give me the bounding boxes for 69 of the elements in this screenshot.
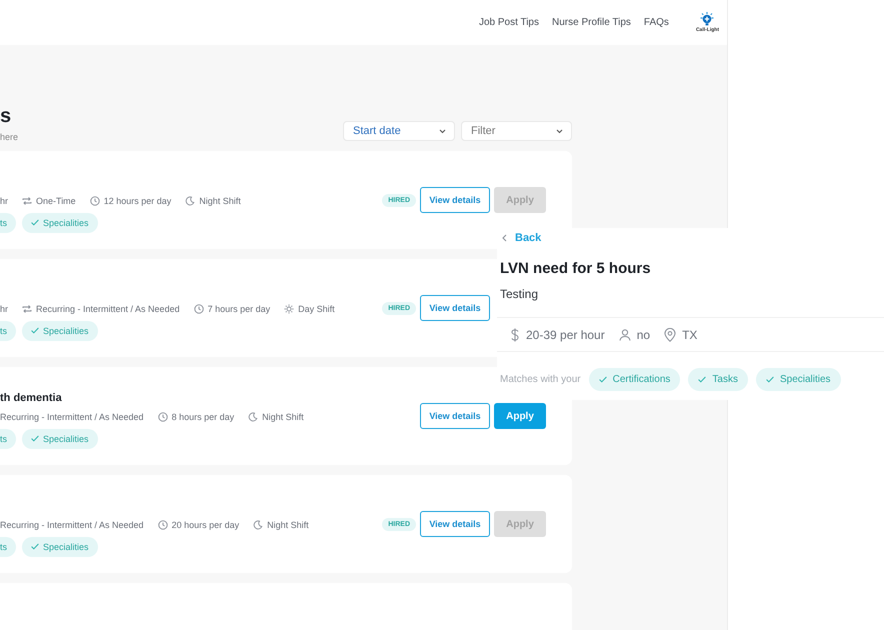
nav-link[interactable]: FAQs — [644, 17, 669, 28]
job-meta-text: hr — [0, 304, 8, 314]
filter-dropdown[interactable]: Filter — [461, 121, 572, 141]
sun-icon — [284, 304, 294, 314]
match-chip: Certifications — [588, 368, 680, 391]
match-chip: ts — [0, 428, 16, 448]
match-chip: Specialities — [756, 368, 841, 391]
check-icon — [31, 435, 40, 442]
check-icon — [31, 327, 40, 334]
chevron-left-icon — [502, 234, 507, 242]
nav-link[interactable]: Job Post Tips — [478, 17, 539, 28]
job-meta-text: One-Time — [36, 196, 76, 206]
moon-icon — [248, 412, 258, 422]
job-meta-text: 12 hours per day — [104, 196, 172, 206]
person-icon — [618, 328, 631, 340]
job-title: th dementia — [0, 392, 62, 404]
lightbulb-cross-icon — [699, 12, 716, 26]
clock-icon — [194, 304, 204, 314]
clock-icon — [90, 196, 100, 206]
job-meta-text: 8 hours per day — [172, 412, 234, 422]
job-description: Testing — [500, 287, 540, 301]
moon-icon — [185, 196, 196, 206]
match-chip: Specialities — [22, 320, 98, 340]
job-fact-text: no — [636, 328, 650, 342]
job-meta-text: Recurring - Intermittent / As Needed — [36, 304, 180, 314]
check-icon — [698, 376, 706, 383]
repeat-icon — [22, 304, 32, 314]
check-icon — [766, 376, 774, 383]
view-details-button[interactable]: View details — [420, 295, 490, 321]
job-meta-text: Night Shift — [199, 196, 241, 206]
job-fact-text: 20-39 per hour — [526, 328, 605, 342]
job-meta-text: hr — [0, 196, 8, 206]
job-meta-text: Night Shift — [262, 412, 304, 422]
job-fact-text: TX — [682, 328, 698, 342]
job-detail-title: LVN need for 5 hours — [500, 260, 652, 277]
match-chip: Specialities — [22, 212, 98, 232]
back-link[interactable]: Back — [497, 230, 542, 246]
caret-icon — [439, 128, 446, 134]
view-details-button[interactable]: View details — [420, 511, 490, 537]
check-icon — [31, 219, 40, 226]
caret-icon — [556, 128, 563, 134]
dollar-icon — [510, 328, 520, 342]
job-meta-text: Recurring - Intermittent / As Needed — [0, 412, 144, 422]
job-meta-text: Day Shift — [298, 304, 335, 314]
match-chip: ts — [0, 536, 16, 556]
job-meta-text: 7 hours per day — [208, 304, 270, 314]
check-icon — [598, 376, 607, 383]
clock-icon — [158, 520, 168, 530]
repeat-icon — [22, 196, 32, 206]
nav-link[interactable]: Nurse Profile Tips — [552, 17, 631, 28]
check-icon — [31, 543, 40, 550]
clock-icon — [158, 412, 168, 422]
match-chip: Specialities — [22, 428, 98, 448]
moon-icon — [253, 520, 264, 530]
start-date-dropdown[interactable]: Start date — [343, 121, 455, 141]
match-chip: ts — [0, 212, 16, 232]
job-meta-text: Recurring - Intermittent / As Needed — [0, 520, 144, 530]
location-pin-icon — [664, 328, 676, 342]
apply-button[interactable]: Apply — [494, 403, 546, 429]
matches-label: Matches with your — [500, 374, 581, 385]
page-title: s — [0, 105, 12, 127]
view-details-button[interactable]: View details — [420, 187, 490, 213]
match-chip: ts — [0, 320, 16, 340]
page-subtitle: here — [0, 132, 18, 142]
job-meta-text: 20 hours per day — [172, 520, 240, 530]
job-meta-text: Night Shift — [267, 520, 309, 530]
view-details-button[interactable]: View details — [420, 403, 490, 429]
match-chip: Specialities — [22, 536, 98, 556]
match-chip: Tasks — [688, 368, 748, 391]
